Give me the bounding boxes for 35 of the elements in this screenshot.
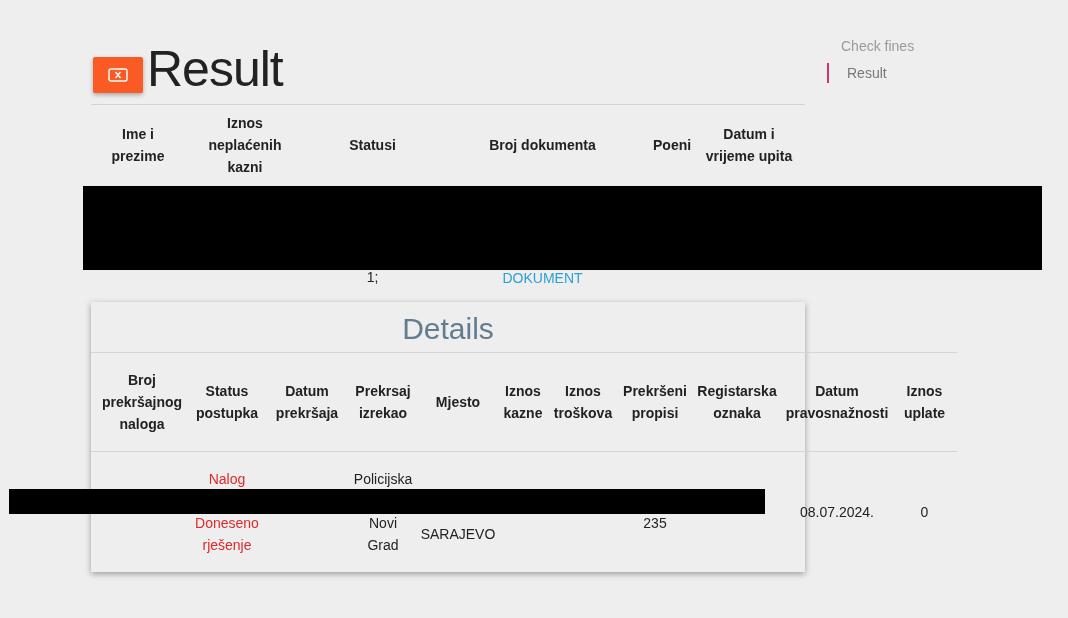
- column-header: Prekrsaj izrekao: [348, 352, 418, 452]
- cell-text: 08.07.2024.: [799, 503, 875, 523]
- column-header: Datum pravosnažnosti: [782, 352, 892, 452]
- column-header: Registarska oznaka: [692, 352, 782, 452]
- status-text: Nalog: [207, 470, 247, 490]
- cell-text: Grad: [366, 536, 400, 556]
- close-button[interactable]: [93, 57, 143, 93]
- column-header: Mjesto: [418, 352, 498, 452]
- column-header: Broj prekršajnog naloga: [96, 352, 188, 452]
- column-header: Datum prekršaja: [266, 352, 348, 452]
- nav-link[interactable]: Check fines: [827, 36, 915, 56]
- column-header: Ime i prezime: [110, 125, 166, 166]
- document-link[interactable]: DOKUMENT: [502, 270, 583, 286]
- column-header: Iznos kazne: [498, 352, 548, 452]
- nav-link[interactable]: Result: [827, 63, 915, 83]
- column-header: Datum i vrijeme upita: [704, 125, 794, 166]
- status-text: Doneseno: [194, 514, 260, 534]
- page-title: Result: [147, 44, 283, 94]
- column-header: Iznos neplaćenih kazni: [207, 114, 283, 177]
- column-header: Poeni: [652, 136, 693, 155]
- cell-text: Novi: [368, 514, 398, 534]
- cell-text: 235: [642, 514, 668, 534]
- cell-text: Policijska: [352, 470, 414, 490]
- status-text: rješenje: [201, 536, 253, 556]
- column-header: Iznos troškova: [548, 352, 618, 452]
- cell-text: 0: [919, 503, 930, 523]
- card-title: Details: [401, 311, 495, 347]
- close-icon: [108, 68, 128, 82]
- column-header: Prekršeni propisi: [618, 352, 692, 452]
- cell-text: 1;: [365, 269, 380, 285]
- column-header: Broj dokumenta: [488, 136, 597, 155]
- column-header: Statusi: [348, 136, 397, 155]
- cell-text: SARAJEVO: [419, 525, 497, 545]
- column-header: Iznos uplate: [892, 352, 957, 452]
- column-header: Status postupka: [188, 352, 266, 452]
